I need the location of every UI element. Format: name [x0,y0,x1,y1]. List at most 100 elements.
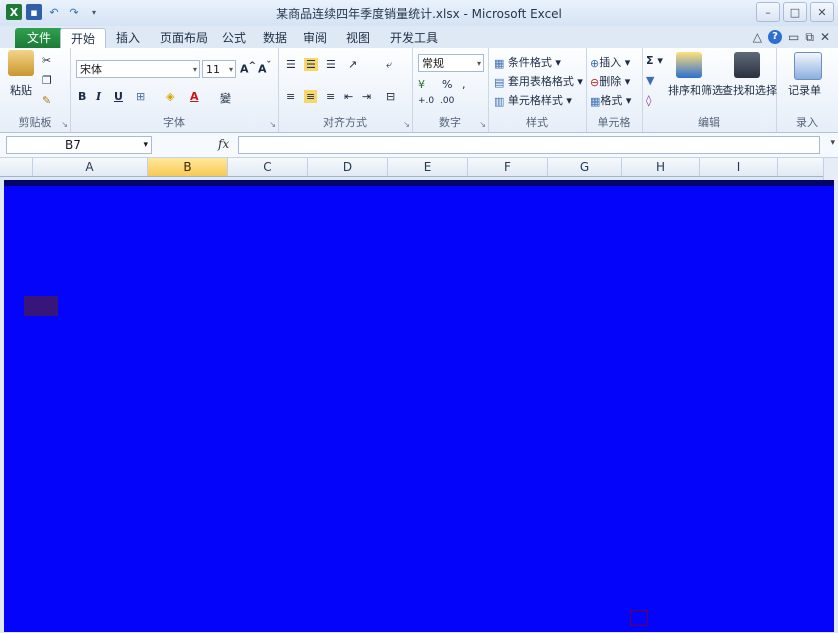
find-select-icon[interactable] [734,52,760,78]
scrollbar-up-arrow[interactable] [823,158,838,180]
border-icon[interactable]: ⊞ [136,90,145,103]
insert-function-icon[interactable]: fx [218,137,229,151]
formula-input[interactable] [238,136,820,154]
help-icon[interactable]: ? [768,30,783,44]
clipboard-launcher-icon[interactable]: ↘ [61,120,68,129]
tab-view[interactable]: 视图 [336,28,380,48]
fill-icon[interactable]: ▼ [646,74,654,87]
format-as-table-icon: ▤ [494,75,505,89]
paste-button[interactable]: 粘贴 [10,82,32,98]
alignment-group: ☰ ☰ ☰ ↗ ⤶ ≡ ≡ ≡ ⇤ ⇥ ⊟ 对齐方式 ↘ [278,48,413,132]
fill-color-icon[interactable]: ◈ [166,90,174,103]
cell-styles-button[interactable]: ▥ 单元格样式 ▾ [494,92,572,108]
column-header-e[interactable]: E [388,158,468,176]
tab-developer[interactable]: 开发工具 [380,28,448,48]
sort-filter-button[interactable]: 排序和筛选 [668,82,723,98]
delete-cells-button[interactable]: ⊖删除 ▾ [590,73,630,89]
window-restore-icon[interactable]: ⧉ [805,30,814,45]
font-name-value: 宋体 [80,63,102,76]
decrease-indent-icon[interactable]: ⇤ [344,90,353,103]
column-header-c[interactable]: C [228,158,308,176]
form-button[interactable]: 记录单 [788,82,821,98]
wrap-text-icon[interactable]: ⤶ [386,58,392,72]
font-label: 字体 [163,116,185,129]
insert-cells-icon: ⊕ [590,56,600,70]
worksheet-grid[interactable] [4,180,834,632]
format-cells-label: 格式 [600,94,623,107]
tab-file[interactable]: 文件 [15,28,63,48]
insert-cells-label: 插入 [599,56,622,69]
align-right-icon[interactable]: ≡ [326,90,335,103]
column-header-a[interactable]: A [32,158,148,176]
column-header-b[interactable]: B [148,158,228,176]
number-group: 常规 ▾ ¥ % , +.0 .00 数字 ↘ [412,48,489,132]
bold-button[interactable]: B [78,90,86,103]
copy-icon[interactable]: ❐ [42,74,52,87]
underline-button[interactable]: U [114,90,123,103]
italic-button[interactable]: I [96,90,101,103]
format-cells-icon: ▦ [590,94,601,108]
styles-group: ▦ 条件格式 ▾ ▤ 套用表格格式 ▾ ▥ 单元格样式 ▾ 样式 [488,48,587,132]
conditional-format-button[interactable]: ▦ 条件格式 ▾ [494,54,561,70]
font-launcher-icon[interactable]: ↘ [269,120,276,129]
close-button[interactable]: ✕ [810,2,834,22]
format-cells-button[interactable]: ▦格式 ▾ [590,92,631,108]
sort-filter-icon[interactable] [676,52,702,78]
workbook-close-icon[interactable]: ✕ [820,30,830,45]
number-launcher-icon[interactable]: ↘ [479,120,486,129]
currency-icon[interactable]: ¥ [418,78,425,91]
increase-decimal-icon[interactable]: +.0 [418,96,434,106]
format-as-table-button[interactable]: ▤ 套用表格格式 ▾ [494,73,583,89]
expand-formula-icon[interactable]: ▾ [830,138,835,148]
restore-button[interactable]: □ [783,2,807,22]
column-header-f[interactable]: F [468,158,548,176]
name-box-value: B7 [65,138,81,152]
tab-review[interactable]: 审阅 [293,28,337,48]
merge-center-icon[interactable]: ⊟ [386,90,395,103]
form-icon[interactable] [794,52,822,80]
align-bottom-icon[interactable]: ☰ [326,58,336,71]
font-name-select[interactable]: 宋体 ▾ [76,60,200,78]
align-center-icon[interactable]: ≡ [304,90,318,103]
paste-icon[interactable] [8,50,34,76]
tab-formulas[interactable]: 公式 [212,28,256,48]
column-header-h[interactable]: H [622,158,700,176]
tab-home[interactable]: 开始 [60,28,107,49]
comma-button[interactable]: , [462,78,466,91]
align-top-icon[interactable]: ☰ [286,58,296,71]
cells-group: ⊕插入 ▾ ⊖删除 ▾ ▦格式 ▾ 单元格 [586,48,643,132]
clear-icon[interactable]: ◊ [646,94,651,107]
tab-page-layout[interactable]: 页面布局 [150,28,218,48]
column-header-i[interactable]: I [700,158,778,176]
window-minimize-icon[interactable]: ▭ [788,30,799,45]
phonetic-button[interactable]: 變 [220,90,231,106]
percent-button[interactable]: % [442,78,452,91]
column-header-d[interactable]: D [308,158,388,176]
number-format-value: 常规 [422,57,444,70]
format-painter-icon[interactable]: ✎ [42,94,51,107]
tab-insert[interactable]: 插入 [106,28,150,48]
align-middle-icon[interactable]: ☰ [304,58,318,71]
alignment-launcher-icon[interactable]: ↘ [403,120,410,129]
align-left-icon[interactable]: ≡ [286,90,295,103]
decrease-decimal-icon[interactable]: .00 [440,96,454,106]
grow-font-icon[interactable]: A^ [240,60,256,76]
select-all-button[interactable] [0,158,33,176]
find-select-button[interactable]: 查找和选择 [722,82,777,98]
obscured-cell-outline [630,610,648,626]
font-color-icon[interactable]: A [190,90,199,103]
shrink-font-icon[interactable]: Aˇ [258,60,271,76]
ribbon-minimize-icon[interactable]: △ [753,30,762,45]
number-format-select[interactable]: 常规 ▾ [418,54,484,72]
autosum-icon[interactable]: Σ ▾ [646,54,663,67]
font-size-select[interactable]: 11 ▾ [202,60,236,78]
cell-styles-label: 单元格样式 [507,94,563,107]
insert-cells-button[interactable]: ⊕插入 ▾ [590,54,630,70]
tab-data[interactable]: 数据 [253,28,297,48]
name-box[interactable]: B7 ▾ [6,136,152,154]
cut-icon[interactable]: ✂ [42,54,51,67]
minimize-button[interactable]: – [756,2,780,22]
column-header-g[interactable]: G [548,158,622,176]
increase-indent-icon[interactable]: ⇥ [362,90,371,103]
orientation-icon[interactable]: ↗ [348,58,357,71]
